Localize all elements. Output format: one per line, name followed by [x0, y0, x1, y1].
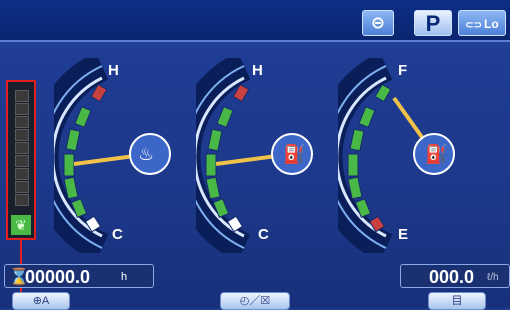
eco-segment — [15, 116, 29, 128]
gauge-high-label: H — [108, 62, 119, 79]
fuel-gauge — [338, 58, 455, 253]
coolant-temp-icon: ♨ — [138, 144, 155, 164]
top-bar: ⊝ P ⊂⊃ Lo — [0, 0, 510, 42]
fuel-rate-value: 000.0 — [429, 267, 475, 287]
eco-segment — [15, 142, 29, 154]
menu-button[interactable]: ⊕A — [12, 292, 70, 310]
fuel-rate-readout: 000.0 ℓ/h — [400, 264, 510, 288]
parking-icon: P — [425, 11, 441, 36]
eco-segment — [15, 155, 29, 167]
hydraulic-oil-temp-gauge — [196, 58, 313, 253]
parking-button[interactable]: P — [414, 10, 452, 36]
gauge-high-label: H — [252, 62, 263, 79]
fuel-pump-icon: ⛽ — [425, 144, 448, 164]
info-button[interactable]: 目 — [428, 292, 486, 310]
travel-speed-button[interactable]: ⊂⊃ Lo — [458, 10, 506, 36]
info-icon: 目 — [451, 295, 463, 307]
hydraulic-oil-temp-icon: ⛽ — [283, 144, 306, 164]
hour-meter-unit: h — [121, 271, 128, 283]
eco-segment — [15, 181, 29, 193]
eco-segment — [15, 194, 29, 206]
wiper-button[interactable]: ⊝ — [362, 10, 394, 36]
eco-segment — [15, 168, 29, 180]
eco-gauge-panel: ❦ — [6, 80, 36, 240]
eco-segment — [15, 103, 29, 115]
eco-segment — [15, 90, 29, 102]
eco-segment — [15, 129, 29, 141]
wiper-icon: ⊝ — [371, 15, 385, 32]
hour-meter-value: 00000.0 — [25, 267, 91, 287]
coolant-temp-gauge — [54, 58, 171, 253]
clock-camera-button[interactable]: ◴／☒ — [220, 292, 290, 310]
fuel-rate-unit: ℓ/h — [487, 272, 499, 283]
gauge-low-label: C — [112, 226, 123, 243]
travel-speed-label: Lo — [484, 17, 499, 31]
gauge-low-label: C — [258, 226, 269, 243]
travel-speed-icon: ⊂⊃ — [465, 20, 483, 31]
hour-meter: ⌛ 00000.0 h — [4, 264, 154, 288]
leaf-icon: ❦ — [11, 215, 31, 235]
clock-camera-icon: ◴／☒ — [239, 295, 271, 307]
monitor-screen: ⊝ P ⊂⊃ Lo ❦ H C ♨ H C ⛽ F E ⛽ ⌛ 00000.0 … — [0, 0, 510, 310]
menu-icon: ⊕A — [32, 295, 50, 307]
gauge-empty-label: E — [398, 226, 409, 243]
gauge-full-label: F — [398, 62, 408, 79]
